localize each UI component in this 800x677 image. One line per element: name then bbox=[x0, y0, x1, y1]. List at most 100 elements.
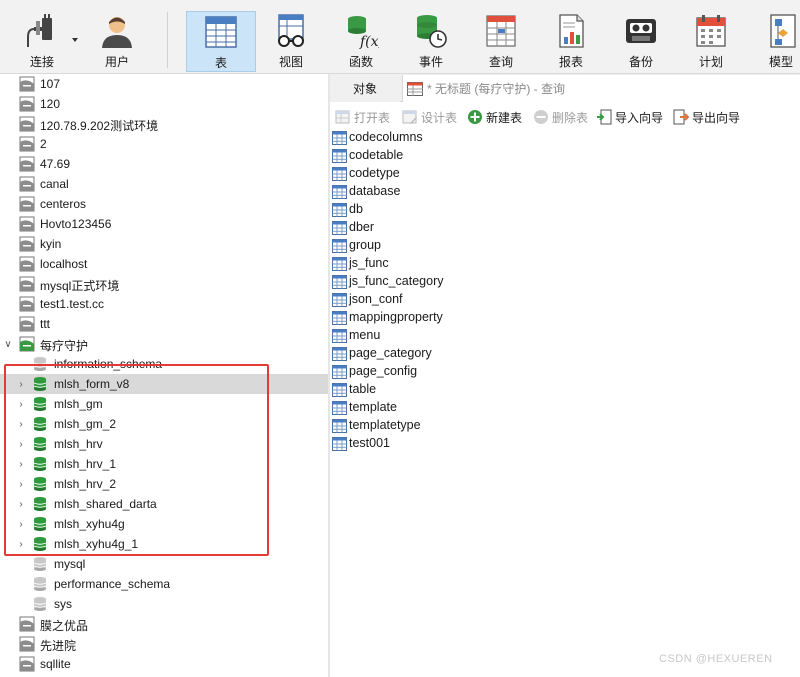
open-table-label: 打开表 bbox=[354, 110, 391, 125]
table-list-item[interactable]: database bbox=[330, 183, 530, 201]
import-wizard-label: 导入向导 bbox=[615, 110, 664, 125]
table-name: mappingproperty bbox=[349, 310, 443, 324]
function-button[interactable]: f(x) 函数 bbox=[332, 11, 390, 72]
design-table-button[interactable]: 设计表 bbox=[402, 108, 457, 126]
tree-connection-label: 107 bbox=[40, 77, 61, 91]
connect-dropdown-chevron-icon[interactable] bbox=[72, 38, 78, 42]
user-button[interactable]: 用户 bbox=[90, 11, 144, 72]
tree-connection[interactable]: 先进院 bbox=[0, 634, 329, 654]
tree-connection-label: localhost bbox=[40, 257, 88, 271]
open-table-button[interactable]: 打开表 bbox=[335, 108, 390, 126]
event-clock-icon bbox=[417, 15, 447, 48]
tree-connection[interactable]: 120 bbox=[0, 94, 329, 114]
chevron-down-icon[interactable]: ∨ bbox=[3, 339, 13, 350]
table-icon bbox=[205, 16, 237, 48]
tree-connection-label: Hovto123456 bbox=[40, 217, 112, 231]
table-list-item[interactable]: codetable bbox=[330, 147, 530, 165]
connection-icon bbox=[19, 176, 35, 192]
query-button[interactable]: 查询 bbox=[472, 11, 530, 72]
tree-connection[interactable]: canal bbox=[0, 174, 329, 194]
design-table-icon bbox=[402, 110, 417, 124]
tree-connection-open[interactable]: ∨ 每疗守护 bbox=[0, 334, 329, 354]
function-icon: f(x) bbox=[348, 16, 379, 49]
table-icon bbox=[332, 221, 347, 235]
tree-connection[interactable]: kyin bbox=[0, 234, 329, 254]
table-list-item[interactable]: db bbox=[330, 201, 530, 219]
table-list-item[interactable]: page_config bbox=[330, 363, 530, 381]
model-button[interactable]: 模型 bbox=[752, 11, 800, 72]
user-icon bbox=[102, 17, 132, 48]
tree-connection[interactable]: sqllite bbox=[0, 654, 329, 674]
table-icon bbox=[332, 401, 347, 415]
table-list-item[interactable]: mappingproperty bbox=[330, 309, 530, 327]
table-icon bbox=[332, 293, 347, 307]
function-label: 函数 bbox=[348, 55, 373, 69]
table-list-item[interactable]: js_func_category bbox=[330, 273, 530, 291]
tree-connection[interactable]: test1.test.cc bbox=[0, 294, 329, 314]
tree-connection[interactable]: Hovto123456 bbox=[0, 214, 329, 234]
new-table-button[interactable]: 新建表 bbox=[467, 108, 522, 126]
query-label: 查询 bbox=[488, 55, 513, 69]
schedule-button[interactable]: 计划 bbox=[682, 11, 740, 72]
table-list-item[interactable]: test001 bbox=[330, 435, 530, 453]
tree-connection[interactable]: centeros bbox=[0, 194, 329, 214]
table-list-item[interactable]: table bbox=[330, 381, 530, 399]
export-wizard-button[interactable]: 导出向导 bbox=[673, 108, 740, 126]
table-name: table bbox=[349, 382, 377, 396]
watermark-text: CSDN @HEXUEREN bbox=[659, 653, 773, 665]
table-name: page_category bbox=[349, 346, 432, 360]
table-list-item[interactable]: menu bbox=[330, 327, 530, 345]
table-list-item[interactable]: dber bbox=[330, 219, 530, 237]
import-wizard-button[interactable]: 导入向导 bbox=[596, 108, 663, 126]
export-wizard-icon bbox=[673, 109, 689, 125]
tree-connection[interactable]: ttt bbox=[0, 314, 329, 334]
table-icon bbox=[332, 275, 347, 289]
tree-connection[interactable]: 47.69 bbox=[0, 154, 329, 174]
tab-objects[interactable]: 对象 bbox=[330, 74, 400, 102]
connect-button[interactable]: 连接 bbox=[14, 11, 70, 72]
tree-connection-label: ttt bbox=[40, 317, 51, 331]
table-name: group bbox=[349, 238, 381, 252]
tree-connection[interactable]: mysql正式环境 bbox=[0, 274, 329, 294]
table-list-item[interactable]: templatetype bbox=[330, 417, 530, 435]
highlight-annotation-box bbox=[4, 364, 269, 556]
view-button[interactable]: 视图 bbox=[262, 11, 320, 72]
connection-icon bbox=[19, 636, 35, 652]
delete-table-button[interactable]: 删除表 bbox=[533, 108, 588, 126]
table-button[interactable]: 表 bbox=[186, 11, 256, 72]
connect-label: 连接 bbox=[29, 55, 54, 69]
tree-database[interactable]: performance_schema bbox=[0, 574, 329, 594]
tab-query[interactable]: * 无标题 (每疗守护) - 查询 bbox=[402, 75, 800, 102]
table-list-item[interactable]: codecolumns bbox=[330, 129, 530, 147]
tree-connection[interactable]: 膜之优品 bbox=[0, 614, 329, 634]
plug-icon bbox=[27, 14, 52, 47]
table-list-item[interactable]: json_conf bbox=[330, 291, 530, 309]
table-label: 表 bbox=[214, 56, 227, 70]
tree-connection[interactable]: 120.78.9.202测试环境 bbox=[0, 114, 329, 134]
table-list-item[interactable]: codetype bbox=[330, 165, 530, 183]
schedule-label: 计划 bbox=[698, 55, 723, 69]
table-icon bbox=[332, 437, 347, 451]
table-icon bbox=[332, 149, 347, 163]
connection-icon bbox=[19, 296, 35, 312]
report-button[interactable]: 报表 bbox=[542, 11, 600, 72]
table-list-item[interactable]: page_category bbox=[330, 345, 530, 363]
tree-connection-label: centeros bbox=[40, 197, 87, 211]
tree-connection[interactable]: localhost bbox=[0, 254, 329, 274]
connection-icon bbox=[19, 216, 35, 232]
table-name: templatetype bbox=[349, 418, 421, 432]
table-list-item[interactable]: js_func bbox=[330, 255, 530, 273]
table-list-item[interactable]: template bbox=[330, 399, 530, 417]
backup-button[interactable]: 备份 bbox=[612, 11, 670, 72]
event-button[interactable]: 事件 bbox=[402, 11, 460, 72]
tree-database[interactable]: sys bbox=[0, 594, 329, 614]
view-glasses-icon bbox=[278, 14, 304, 47]
table-list-item[interactable]: group bbox=[330, 237, 530, 255]
table-name: codetype bbox=[349, 166, 400, 180]
main-toolbar: 连接 用户 表 视图 f(x 函数 事件 查询 报表 备份 计划 模型 bbox=[0, 0, 800, 74]
tree-connection[interactable]: 107 bbox=[0, 74, 329, 94]
table-name: menu bbox=[349, 328, 381, 342]
tree-database[interactable]: mysql bbox=[0, 554, 329, 574]
tree-connection[interactable]: 2 bbox=[0, 134, 329, 154]
delete-table-minus-icon bbox=[534, 110, 548, 124]
